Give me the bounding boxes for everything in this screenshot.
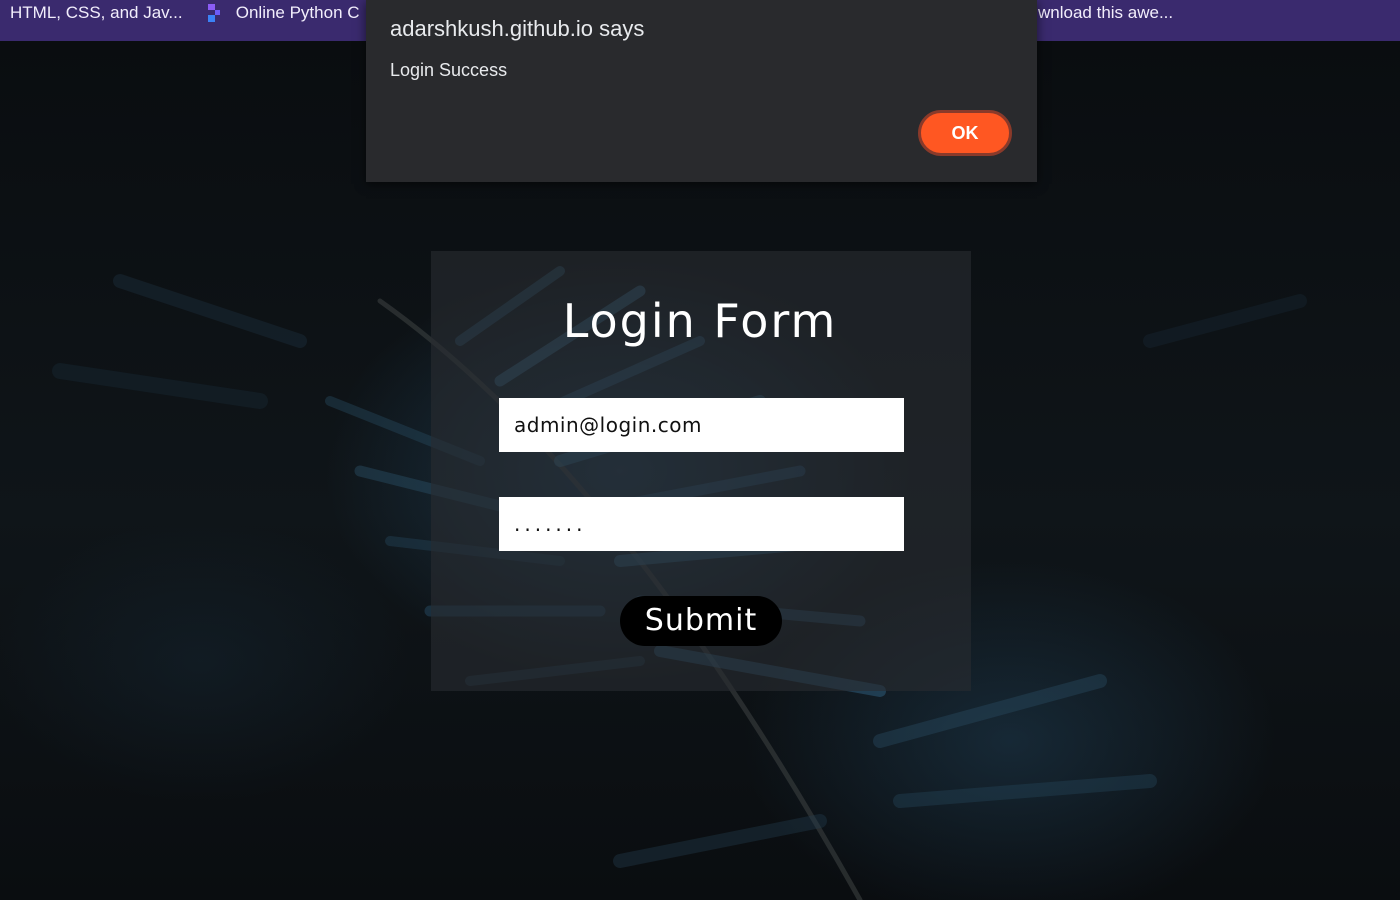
dialog-title: adarshkush.github.io says — [390, 16, 645, 41]
bookmark-item[interactable]: Online Python C — [205, 0, 360, 41]
bookmark-label: HTML, CSS, and Jav... — [10, 3, 183, 22]
form-title: Login Form — [562, 294, 838, 348]
bookmark-label: Online Python C — [235, 3, 360, 22]
bookmark-item[interactable]: wnload this awe... — [1038, 0, 1173, 41]
replit-icon — [205, 2, 221, 31]
dialog-message: Login Success — [390, 60, 508, 80]
bookmark-item[interactable]: HTML, CSS, and Jav... — [10, 0, 183, 41]
bookmark-label: wnload this awe... — [1038, 3, 1174, 22]
submit-button[interactable]: Submit — [620, 596, 782, 646]
ok-button[interactable]: OK — [918, 110, 1012, 156]
password-field[interactable]: ....... — [499, 497, 904, 551]
email-field[interactable]: admin@login.com — [499, 398, 904, 452]
